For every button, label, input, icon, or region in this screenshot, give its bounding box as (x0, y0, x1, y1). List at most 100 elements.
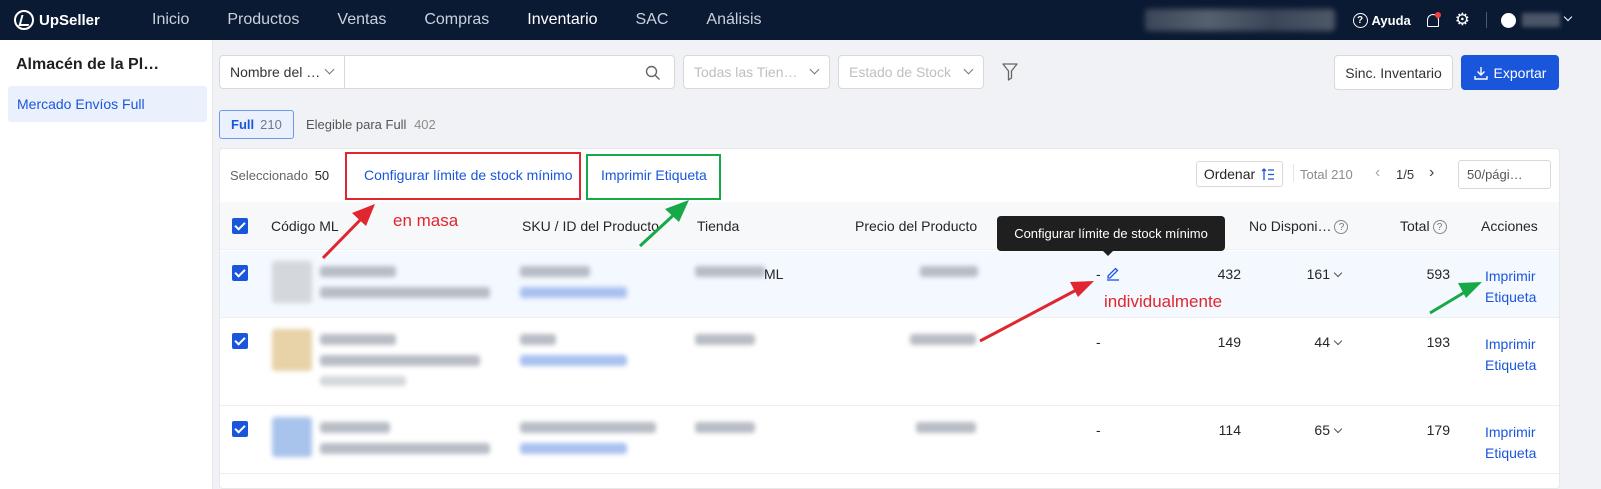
available-qty: 149 (1217, 334, 1241, 350)
edit-pencil-icon[interactable] (1105, 265, 1121, 281)
app-name: UpSeller (39, 11, 100, 29)
gear-icon[interactable]: ⚙ (1455, 10, 1470, 30)
unavailable-qty[interactable]: 161 (1261, 266, 1343, 282)
chevron-down-icon (1563, 12, 1573, 22)
unavailable-value: 161 (1306, 266, 1330, 282)
redacted-code (320, 422, 390, 433)
row-print-label-link[interactable]: Imprimir Etiqueta (1485, 266, 1541, 308)
tab-eligible-full[interactable]: Elegible para Full 402 (306, 117, 436, 132)
row-print-label-link[interactable]: Imprimir Etiqueta (1485, 422, 1541, 464)
col-total: Total? (1400, 218, 1447, 235)
redacted-price (916, 422, 976, 433)
nav-inventario[interactable]: Inventario (527, 11, 597, 29)
col-tienda: Tienda (697, 218, 740, 234)
prev-page-icon[interactable]: ‹ (1375, 164, 1380, 182)
chevron-down-icon (809, 64, 820, 75)
upseller-logo[interactable]: UpSeller (14, 10, 124, 30)
row-checkbox[interactable] (232, 333, 248, 349)
next-page-icon[interactable]: › (1429, 164, 1434, 182)
col-no-disponible: No Disponi…? (1249, 218, 1349, 235)
redacted-price (920, 266, 978, 277)
selected-label: Seleccionado (230, 168, 309, 183)
redacted-sku (520, 334, 556, 345)
sort-button[interactable]: Ordenar (1196, 161, 1283, 187)
help-icon[interactable]: ? (1432, 220, 1447, 235)
col-codigo-ml: Código ML (271, 218, 339, 234)
nav-compras[interactable]: Compras (424, 11, 489, 29)
sidebar-item-mercado-envios-full[interactable]: Mercado Envíos Full (8, 86, 207, 122)
bulk-set-min-stock-button[interactable]: Configurar límite de stock mínimo (364, 167, 573, 183)
divider (1293, 164, 1294, 182)
redacted-code (320, 266, 396, 277)
redacted-title (320, 443, 490, 454)
row-checkbox[interactable] (232, 265, 248, 281)
available-qty: 114 (1218, 422, 1241, 438)
sync-inventory-button[interactable]: Sinc. Inventario (1334, 55, 1453, 90)
help-icon[interactable]: ? (1334, 220, 1349, 235)
help-label: Ayuda (1371, 12, 1411, 28)
search-icon[interactable] (645, 65, 661, 81)
product-thumbnail (272, 329, 312, 371)
product-thumbnail (272, 261, 312, 303)
divider (1486, 12, 1487, 28)
col-precio: Precio del Producto (855, 218, 978, 234)
redacted-product-id (520, 287, 627, 298)
nav-analisis[interactable]: Análisis (706, 11, 761, 29)
row-print-label-link[interactable]: Imprimir Etiqueta (1485, 334, 1541, 376)
col-no-disponible-label: No Disponi… (1249, 218, 1332, 234)
redacted-product-id (520, 443, 627, 454)
selected-count: Seleccionado 50 (230, 168, 329, 183)
table-row: - 149 44 193 Imprimir Etiqueta (220, 319, 1559, 406)
redacted-account-info (1144, 9, 1335, 31)
search-input[interactable] (344, 55, 675, 89)
stock-status-select[interactable]: Estado de Stock (838, 55, 984, 89)
redacted-meta (320, 376, 406, 386)
user-menu[interactable] (1501, 12, 1573, 28)
min-stock-value: - (1096, 422, 1101, 438)
redacted-price (910, 334, 976, 345)
col-acciones: Acciones (1481, 218, 1538, 234)
table-row: ML - 432 161 593 Imprimir Etiqueta (220, 251, 1559, 318)
min-stock-tooltip: Configurar límite de stock mínimo (997, 216, 1225, 256)
min-stock-value: - (1096, 334, 1101, 350)
nav-sac[interactable]: SAC (636, 11, 669, 29)
nav-productos[interactable]: Productos (227, 11, 299, 29)
chevron-down-icon (324, 64, 335, 75)
unavailable-qty[interactable]: 65 (1261, 422, 1343, 438)
unavailable-qty[interactable]: 44 (1261, 334, 1343, 350)
store-select[interactable]: Todas las Tien… (683, 55, 830, 89)
sidebar: Almacén de la Pl… Mercado Envíos Full (0, 40, 213, 489)
redacted-store (695, 334, 755, 345)
tab-eligible-count: 402 (414, 117, 436, 132)
chevron-down-icon (1333, 268, 1343, 278)
inventory-panel: Seleccionado 50 Configurar límite de sto… (219, 148, 1560, 489)
total-qty: 193 (1426, 334, 1450, 350)
nav-inicio[interactable]: Inicio (152, 11, 189, 29)
bulk-print-label-button[interactable]: Imprimir Etiqueta (601, 167, 707, 183)
total-qty: 179 (1426, 422, 1450, 438)
redacted-code (320, 334, 396, 345)
search-field-select[interactable]: Nombre del … (219, 55, 345, 89)
sort-icon (1261, 167, 1275, 180)
sidebar-title: Almacén de la Pl… (16, 56, 160, 73)
tab-eligible-label: Elegible para Full (306, 117, 407, 132)
notification-bell-icon[interactable] (1425, 12, 1441, 28)
min-stock-value: - (1096, 266, 1101, 282)
total-count: Total 210 (1300, 167, 1353, 182)
table-row: - 114 65 179 Imprimir Etiqueta (220, 407, 1559, 474)
select-all-checkbox[interactable] (232, 218, 248, 234)
nav-ventas[interactable]: Ventas (337, 11, 386, 29)
tab-full[interactable]: Full 210 (219, 110, 294, 139)
filter-icon[interactable] (1002, 63, 1018, 81)
col-total-label: Total (1400, 218, 1430, 234)
search-field-select-value: Nombre del … (230, 64, 321, 80)
unavailable-value: 44 (1314, 334, 1330, 350)
row-checkbox[interactable] (232, 421, 248, 437)
sort-label: Ordenar (1203, 166, 1256, 182)
help-button[interactable]: ? Ayuda (1352, 12, 1411, 28)
redacted-username (1522, 13, 1560, 27)
export-button[interactable]: Exportar (1461, 55, 1559, 90)
chevron-down-icon (1333, 424, 1343, 434)
redacted-store (695, 422, 755, 433)
page-size-select[interactable]: 50/pági… (1458, 160, 1551, 189)
